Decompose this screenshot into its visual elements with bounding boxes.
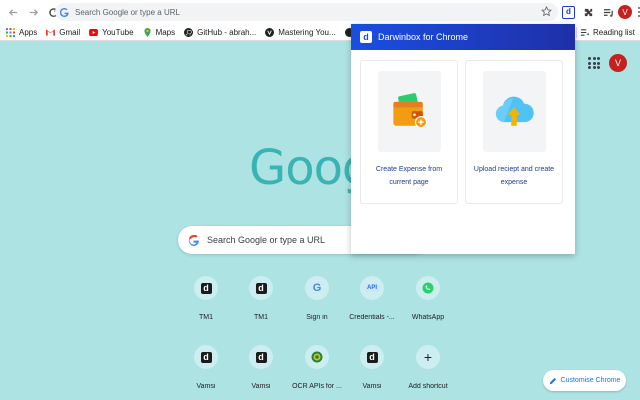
bookmark-label: GitHub - abrah...: [197, 27, 257, 37]
upload-receipt-label: Upload reciept and create expense: [473, 166, 555, 186]
darwinbox-icon: d: [366, 351, 378, 363]
shortcut-vamsi-a[interactable]: d Vamsi: [178, 345, 234, 390]
plus-icon: +: [423, 349, 433, 365]
darwinbox-icon: d: [255, 282, 267, 294]
reading-list-icon: [580, 29, 589, 36]
maps-icon: [143, 27, 152, 37]
browser-toolbar: d V: [0, 0, 640, 24]
bookmark-label: Mastering You...: [278, 27, 336, 37]
reading-list-label: Reading list: [593, 28, 635, 37]
shortcut-label: Vamsi: [251, 383, 271, 390]
shortcut-vamsi-c[interactable]: d Vamsi: [344, 345, 400, 390]
darwinbox-icon: d: [200, 351, 212, 363]
address-input[interactable]: [75, 7, 515, 17]
shortcut-tile: d: [249, 345, 273, 369]
reading-list-button[interactable]: Reading list: [580, 24, 635, 41]
shortcut-tm1-a[interactable]: d TM1: [178, 276, 234, 321]
shortcut-label: Vamsi: [362, 383, 382, 390]
popup-header: d Darwinbox for Chrome: [351, 24, 575, 50]
shortcut-tile: G: [305, 276, 329, 300]
shortcut-label: Add shortcut: [408, 383, 448, 390]
shortcut-label: Vamsi: [196, 383, 216, 390]
shortcut-whatsapp[interactable]: WhatsApp: [400, 276, 456, 321]
customise-label: Customise Chrome: [560, 377, 621, 384]
shortcut-tile: API: [360, 276, 384, 300]
popup-title: Darwinbox for Chrome: [378, 32, 469, 42]
customise-chrome-button[interactable]: Customise Chrome: [543, 370, 626, 391]
back-button[interactable]: [5, 4, 21, 20]
mastering-icon: [265, 27, 275, 37]
shortcut-tile: [416, 276, 440, 300]
cloud-upload-icon: [482, 71, 546, 152]
bookmark-label: Apps: [19, 27, 38, 37]
github-icon: [184, 27, 194, 37]
bookmark-mastering[interactable]: Mastering You...: [265, 27, 336, 37]
upload-receipt-card[interactable]: Upload reciept and create expense: [465, 60, 563, 204]
shortcut-label: TM1: [254, 314, 268, 321]
shortcut-label: OCR APIs for ...: [292, 383, 342, 390]
shortcut-tile: d: [249, 276, 273, 300]
back-arrow-icon: [8, 8, 17, 16]
apps-grid-icon: [6, 27, 15, 37]
whatsapp-icon: [422, 282, 434, 294]
shortcut-add[interactable]: + Add shortcut: [400, 345, 456, 390]
puzzle-icon: [584, 8, 592, 16]
address-bar[interactable]: [55, 3, 558, 21]
bookmark-github[interactable]: GitHub - abrah...: [184, 27, 257, 37]
darwinbox-extension-button[interactable]: d: [562, 5, 575, 19]
shortcut-tile: d: [194, 345, 218, 369]
bookmark-star-icon[interactable]: [541, 6, 552, 17]
darwinbox-logo-icon: d: [360, 31, 372, 43]
bookmark-label: Maps: [155, 27, 176, 37]
shortcut-credentials[interactable]: API Credentials -...: [344, 276, 400, 321]
bookmark-gmail[interactable]: Gmail: [46, 28, 80, 37]
youtube-icon: [89, 28, 98, 37]
shortcut-tile: [305, 345, 329, 369]
forward-arrow-icon: [29, 8, 38, 16]
bookmark-apps[interactable]: Apps: [6, 27, 38, 37]
bookmark-label: YouTube: [102, 27, 134, 37]
google-apps-icon[interactable]: [588, 57, 600, 69]
bookmark-label: Gmail: [59, 27, 81, 37]
menu-kebab-icon[interactable]: [636, 5, 640, 19]
darwinbox-icon: d: [200, 282, 212, 294]
google-g-icon: [188, 234, 199, 246]
darwinbox-d-icon: d: [566, 7, 571, 16]
extensions-button[interactable]: [581, 5, 595, 19]
media-button[interactable]: [601, 5, 615, 19]
shortcut-tile: +: [416, 345, 440, 369]
create-expense-card[interactable]: Create Expense from current page: [360, 60, 458, 204]
google-g-icon: [60, 7, 69, 17]
shortcut-ocr-apis[interactable]: OCR APIs for ...: [289, 345, 345, 390]
wallet-icon: [377, 71, 441, 152]
ocr-icon: [311, 351, 323, 363]
shortcut-sign-in[interactable]: G Sign in: [289, 276, 345, 321]
shortcut-vamsi-b[interactable]: d Vamsi: [233, 345, 289, 390]
shortcut-tile: d: [360, 345, 384, 369]
forward-button[interactable]: [25, 4, 41, 20]
darwinbox-icon: d: [255, 351, 267, 363]
playlist-icon: [603, 8, 613, 17]
bookmark-maps[interactable]: Maps: [143, 27, 176, 37]
shortcut-label: Sign in: [306, 314, 328, 321]
toolbar-actions: d V: [560, 0, 640, 24]
gmail-icon: [46, 28, 56, 37]
shortcut-tile: d: [194, 276, 218, 300]
profile-avatar[interactable]: V: [618, 5, 632, 19]
shortcut-label: TM1: [199, 314, 213, 321]
darwinbox-extension-popup: d Darwinbox for Chrome Create Expense fr…: [351, 24, 575, 254]
pencil-icon: [549, 377, 556, 384]
google-account-avatar[interactable]: V: [609, 54, 627, 72]
shortcut-label: Credentials -...: [349, 314, 395, 321]
bookmarks-divider: [576, 27, 577, 38]
shortcut-label: WhatsApp: [411, 314, 445, 321]
bookmark-youtube[interactable]: YouTube: [89, 27, 134, 37]
create-expense-label: Create Expense from current page: [375, 166, 443, 186]
shortcut-tm1-b[interactable]: d TM1: [233, 276, 289, 321]
api-icon: API: [364, 284, 379, 292]
google-icon: G: [312, 282, 322, 294]
